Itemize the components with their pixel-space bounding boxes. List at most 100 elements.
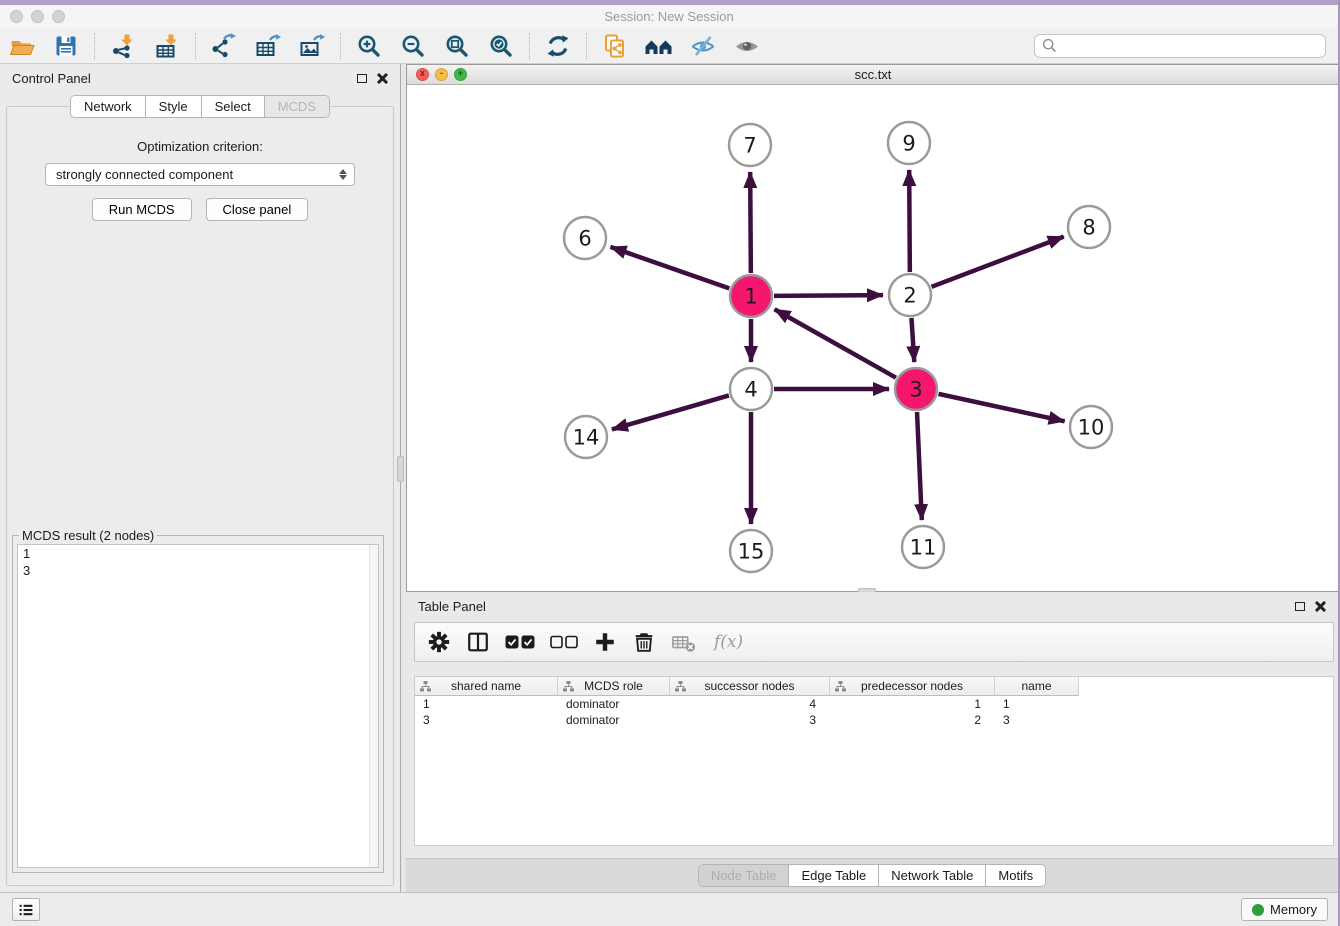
tab-mcds[interactable]: MCDS [264,96,329,117]
network-maximize-icon[interactable]: + [454,68,467,81]
network-close-icon[interactable]: x [416,68,429,81]
column-header-mcds-role[interactable]: MCDS role [558,677,670,696]
node-table: shared name MCDS role successor nodes pr… [414,676,1334,846]
graph-edge-3-10[interactable] [938,394,1064,421]
zoom-selected-icon[interactable] [479,30,523,62]
graph-edge-1-2[interactable] [774,295,883,296]
select-all-checkboxes-icon[interactable] [505,627,535,657]
hierarchy-icon [835,681,846,692]
export-network-icon[interactable] [202,30,246,62]
column-header-successor-nodes[interactable]: successor nodes [670,677,830,696]
cell-name[interactable]: 1 [995,696,1079,712]
float-table-panel-icon[interactable] [1295,602,1305,611]
memory-label: Memory [1270,902,1317,917]
tab-style[interactable]: Style [145,96,201,117]
table-tabs: Node Table Edge Table Network Table Moti… [698,864,1046,887]
graph-edge-4-14[interactable] [612,395,729,429]
vertical-splitter-handle[interactable] [397,456,404,482]
gear-icon[interactable] [427,627,451,657]
cell-shared-name[interactable]: 1 [415,696,558,712]
zoom-in-icon[interactable] [347,30,391,62]
import-network-icon[interactable] [101,30,145,62]
column-header-predecessor-nodes[interactable]: predecessor nodes [830,677,995,696]
close-table-panel-icon[interactable] [1315,601,1326,612]
column-header-shared-name[interactable]: shared name [415,677,558,696]
close-panel-icon[interactable] [377,73,388,84]
network-window-titlebar[interactable]: scc.txt x - + [407,65,1339,85]
cell-successor-nodes[interactable]: 4 [670,696,830,712]
graph-edge-2-3[interactable] [911,318,914,362]
graph-edge-3-11[interactable] [917,412,922,520]
cell-mcds-role[interactable]: dominator [558,712,670,728]
tab-edge-table[interactable]: Edge Table [788,865,878,886]
tab-network-table[interactable]: Network Table [878,865,985,886]
cell-predecessor-nodes[interactable]: 2 [830,712,995,728]
network-canvas[interactable]: 7968124314101511 [407,85,1339,591]
tab-select[interactable]: Select [201,96,264,117]
open-session-icon[interactable] [0,30,44,62]
graph-node-label-4: 4 [744,378,757,402]
control-panel-tabs: Network Style Select MCDS [70,95,330,118]
graph-node-label-15: 15 [738,540,765,564]
tab-network[interactable]: Network [71,96,145,117]
column-label: predecessor nodes [861,679,963,693]
column-label: MCDS role [584,679,643,693]
criterion-value: strongly connected component [56,167,336,182]
deselect-all-checkboxes-icon[interactable] [550,627,578,657]
delete-column-icon[interactable] [632,627,656,657]
column-header-name[interactable]: name [995,677,1079,696]
network-minimize-icon[interactable]: - [435,68,448,81]
add-column-icon[interactable] [593,627,617,657]
split-columns-icon[interactable] [466,627,490,657]
import-table-icon[interactable] [145,30,189,62]
zoom-fit-icon[interactable] [435,30,479,62]
result-scrollbar[interactable] [369,545,378,867]
graph-node-label-7: 7 [743,134,756,158]
hide-selected-icon[interactable] [681,30,725,62]
cell-shared-name[interactable]: 3 [415,712,558,728]
graph-edge-2-9[interactable] [909,170,910,272]
table-row[interactable]: 3 dominator 3 2 3 [415,712,1333,728]
network-from-selection-icon[interactable] [593,30,637,62]
float-panel-icon[interactable] [357,74,367,83]
main-toolbar [0,28,1338,64]
export-table-icon[interactable] [246,30,290,62]
control-panel: Control Panel Network Style Select MCDS … [0,64,401,892]
column-label: shared name [451,679,521,693]
graph-node-label-3: 3 [909,378,922,402]
close-panel-button[interactable]: Close panel [206,198,309,221]
table-panel: Table Panel [406,592,1338,892]
delete-table-icon[interactable] [671,627,697,657]
function-builder-icon[interactable]: f(x) [714,632,743,652]
run-mcds-button[interactable]: Run MCDS [92,198,192,221]
cell-successor-nodes[interactable]: 3 [670,712,830,728]
graph-edge-1-6[interactable] [610,247,729,289]
zoom-out-icon[interactable] [391,30,435,62]
memory-status-icon [1252,904,1264,916]
first-neighbors-icon[interactable] [637,30,681,62]
toolbar-separator [529,33,530,59]
show-all-icon[interactable] [725,30,769,62]
task-history-button[interactable] [12,898,40,921]
mcds-panel-content: Optimization criterion: strongly connect… [6,106,394,886]
cell-mcds-role[interactable]: dominator [558,696,670,712]
criterion-dropdown[interactable]: strongly connected component [45,163,355,186]
graph-edge-3-1[interactable] [775,309,896,377]
graph-node-label-6: 6 [578,227,591,251]
cell-name[interactable]: 3 [995,712,1079,728]
graph-edge-1-7[interactable] [750,172,751,273]
cell-predecessor-nodes[interactable]: 1 [830,696,995,712]
tab-motifs[interactable]: Motifs [985,865,1045,886]
graph-edge-2-8[interactable] [932,237,1064,287]
export-image-icon[interactable] [290,30,334,62]
mcds-result-textarea[interactable]: 1 3 [17,544,379,868]
mcds-result-group: MCDS result (2 nodes) 1 3 [12,535,384,873]
refresh-icon[interactable] [536,30,580,62]
tab-node-table[interactable]: Node Table [699,865,789,886]
memory-button[interactable]: Memory [1241,898,1328,921]
search-input[interactable] [1057,38,1318,53]
table-row[interactable]: 1 dominator 4 1 1 [415,696,1333,712]
optimization-criterion-label: Optimization criterion: [7,139,393,154]
save-session-icon[interactable] [44,30,88,62]
toolbar-separator [195,33,196,59]
